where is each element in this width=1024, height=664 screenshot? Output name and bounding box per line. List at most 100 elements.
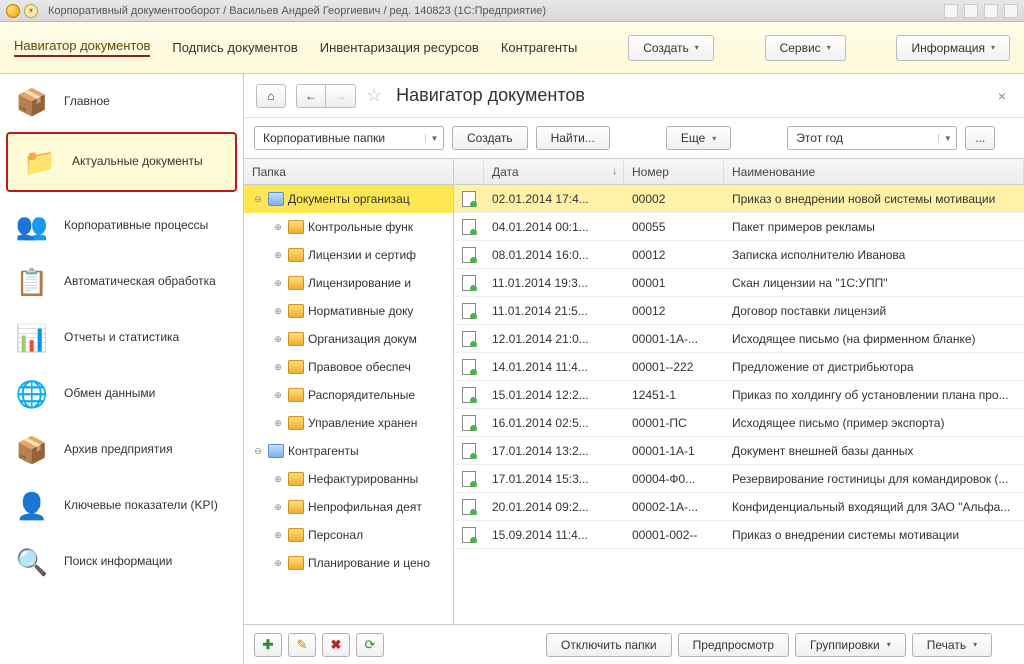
expand-icon[interactable]: ⊕ [272,362,284,373]
year-select[interactable]: Этот год ▼ [787,126,957,150]
table-row[interactable]: 15.09.2014 11:4...00001-002--Приказ о вн… [454,521,1024,549]
tb-icon-3[interactable] [984,4,998,18]
app-menu-icon[interactable]: ▾ [24,4,38,18]
tree-row[interactable]: ⊕Лицензирование и [244,269,453,297]
create-button[interactable]: Создать [452,126,528,150]
tree-row[interactable]: ⊖Контрагенты [244,437,453,465]
sidebar-item-4[interactable]: 📊Отчеты и статистика [0,310,243,366]
tree-row[interactable]: ⊕Планирование и ценo [244,549,453,577]
table-row[interactable]: 14.01.2014 11:4...00001--222Предложение … [454,353,1024,381]
expand-icon[interactable]: ⊖ [252,446,264,457]
delete-button[interactable]: ✖ [322,633,350,657]
menu-navigator[interactable]: Навигатор документов [14,38,150,57]
table-row[interactable]: 08.01.2014 16:0...00012Записка исполните… [454,241,1024,269]
back-button[interactable]: ← [296,84,326,108]
tree-row[interactable]: ⊕Нормативные докy [244,297,453,325]
x-icon: ✖ [331,637,342,653]
tree-row[interactable]: ⊕Контрольные функ [244,213,453,241]
expand-icon[interactable]: ⊕ [272,278,284,289]
col-number[interactable]: Номер [624,159,724,184]
menu-create-button[interactable]: Создать [628,35,714,61]
expand-icon[interactable]: ⊕ [272,334,284,345]
sidebar-item-5[interactable]: 🌐Обмен данными [0,366,243,422]
expand-icon[interactable]: ⊕ [272,474,284,485]
expand-icon[interactable]: ⊖ [252,194,264,205]
col-name[interactable]: Наименование [724,159,1024,184]
menu-contragents[interactable]: Контрагенты [501,40,578,55]
menu-inventory[interactable]: Инвентаризация ресурсов [320,40,479,55]
star-icon[interactable]: ☆ [366,85,382,106]
tree-row[interactable]: ⊕Лицензии и сертиф [244,241,453,269]
add-button[interactable]: ✚ [254,633,282,657]
table-row[interactable]: 11.01.2014 19:3...00001Скан лицензии на … [454,269,1024,297]
sidebar-item-label: Корпоративные процессы [64,218,208,234]
expand-icon[interactable]: ⊕ [272,530,284,541]
col-date[interactable]: Дата↓ [484,159,624,184]
menu-sign[interactable]: Подпись документов [172,40,297,55]
more-button[interactable]: Еще [666,126,731,150]
close-button[interactable]: × [992,88,1012,104]
table-row[interactable]: 02.01.2014 17:4...00002Приказ о внедрени… [454,185,1024,213]
sidebar-item-2[interactable]: 👥Корпоративные процессы [0,198,243,254]
cell-name: Исходящее письмо (пример экспорта) [724,416,1024,430]
col-icon[interactable] [454,159,484,184]
tree-label: Организация докyм [308,332,417,346]
cell-number: 12451-1 [624,388,724,402]
tree-row[interactable]: ⊖Документы организац [244,185,453,213]
folder-icon [288,500,304,514]
folder-icon [288,556,304,570]
tree-label: Распорядительные [308,388,415,402]
table-row[interactable]: 15.01.2014 12:2...12451-1Приказ по холди… [454,381,1024,409]
document-icon [462,359,476,375]
expand-icon[interactable]: ⊕ [272,306,284,317]
refresh-button[interactable]: ⟳ [356,633,384,657]
expand-icon[interactable]: ⊕ [272,250,284,261]
folder-icon [288,528,304,542]
chevron-down-icon: ▼ [425,134,443,143]
tree-header[interactable]: Папка [244,159,453,185]
sidebar-item-6[interactable]: 📦Архив предприятия [0,422,243,478]
tree-row[interactable]: ⊕Нефактурированны [244,465,453,493]
table-row[interactable]: 17.01.2014 13:2...00001-1А-1Документ вне… [454,437,1024,465]
print-button[interactable]: Печать [912,633,992,657]
table-row[interactable]: 16.01.2014 02:5...00001-ПСИсходящее пись… [454,409,1024,437]
menu-service-button[interactable]: Сервис [765,35,846,61]
table-row[interactable]: 20.01.2014 09:2...00002-1А-...Конфиденци… [454,493,1024,521]
tb-icon-2[interactable] [964,4,978,18]
folder-select[interactable]: Корпоративные папки ▼ [254,126,444,150]
cell-number: 00012 [624,248,724,262]
sidebar-item-8[interactable]: 🔍Поиск информации [0,534,243,590]
tree-row[interactable]: ⊕ Распорядительные [244,381,453,409]
expand-icon[interactable]: ⊕ [272,558,284,569]
year-more-button[interactable]: ... [965,126,995,150]
expand-icon[interactable]: ⊕ [272,418,284,429]
document-icon [462,527,476,543]
sidebar-item-7[interactable]: 👤Ключевые показатели (KPI) [0,478,243,534]
grouping-button[interactable]: Группировки [795,633,906,657]
tree-row[interactable]: ⊕Непрофильная деят [244,493,453,521]
table-row[interactable]: 12.01.2014 21:0...00001-1А-...Исходящее … [454,325,1024,353]
table-row[interactable]: 17.01.2014 15:3...00004-Ф0...Резервирова… [454,465,1024,493]
tree-row[interactable]: ⊕ Организация докyм [244,325,453,353]
sidebar-item-0[interactable]: 📦Главное [0,74,243,130]
find-button[interactable]: Найти... [536,126,610,150]
disable-folders-button[interactable]: Отключить папки [546,633,672,657]
document-icon [462,387,476,403]
sidebar-item-3[interactable]: 📋Автоматическая обработка [0,254,243,310]
tb-icon-4[interactable] [1004,4,1018,18]
menu-info-button[interactable]: Информация [896,35,1010,61]
expand-icon[interactable]: ⊕ [272,502,284,513]
tree-row[interactable]: ⊕Персонал [244,521,453,549]
edit-button[interactable]: ✎ [288,633,316,657]
table-row[interactable]: 11.01.2014 21:5...00012Договор поставки … [454,297,1024,325]
tree-row[interactable]: ⊕Управление хранен [244,409,453,437]
expand-icon[interactable]: ⊕ [272,222,284,233]
expand-icon[interactable]: ⊕ [272,390,284,401]
cell-name: Приказ о внедрении системы мотивации [724,528,1024,542]
preview-button[interactable]: Предпросмотр [678,633,789,657]
table-row[interactable]: 04.01.2014 00:1...00055Пакет примеров ре… [454,213,1024,241]
tb-icon-1[interactable] [944,4,958,18]
tree-row[interactable]: ⊕Правовое обеспеч [244,353,453,381]
sidebar-item-1[interactable]: 📁Актуальные документы [6,132,237,192]
home-button[interactable]: ⌂ [256,84,286,108]
